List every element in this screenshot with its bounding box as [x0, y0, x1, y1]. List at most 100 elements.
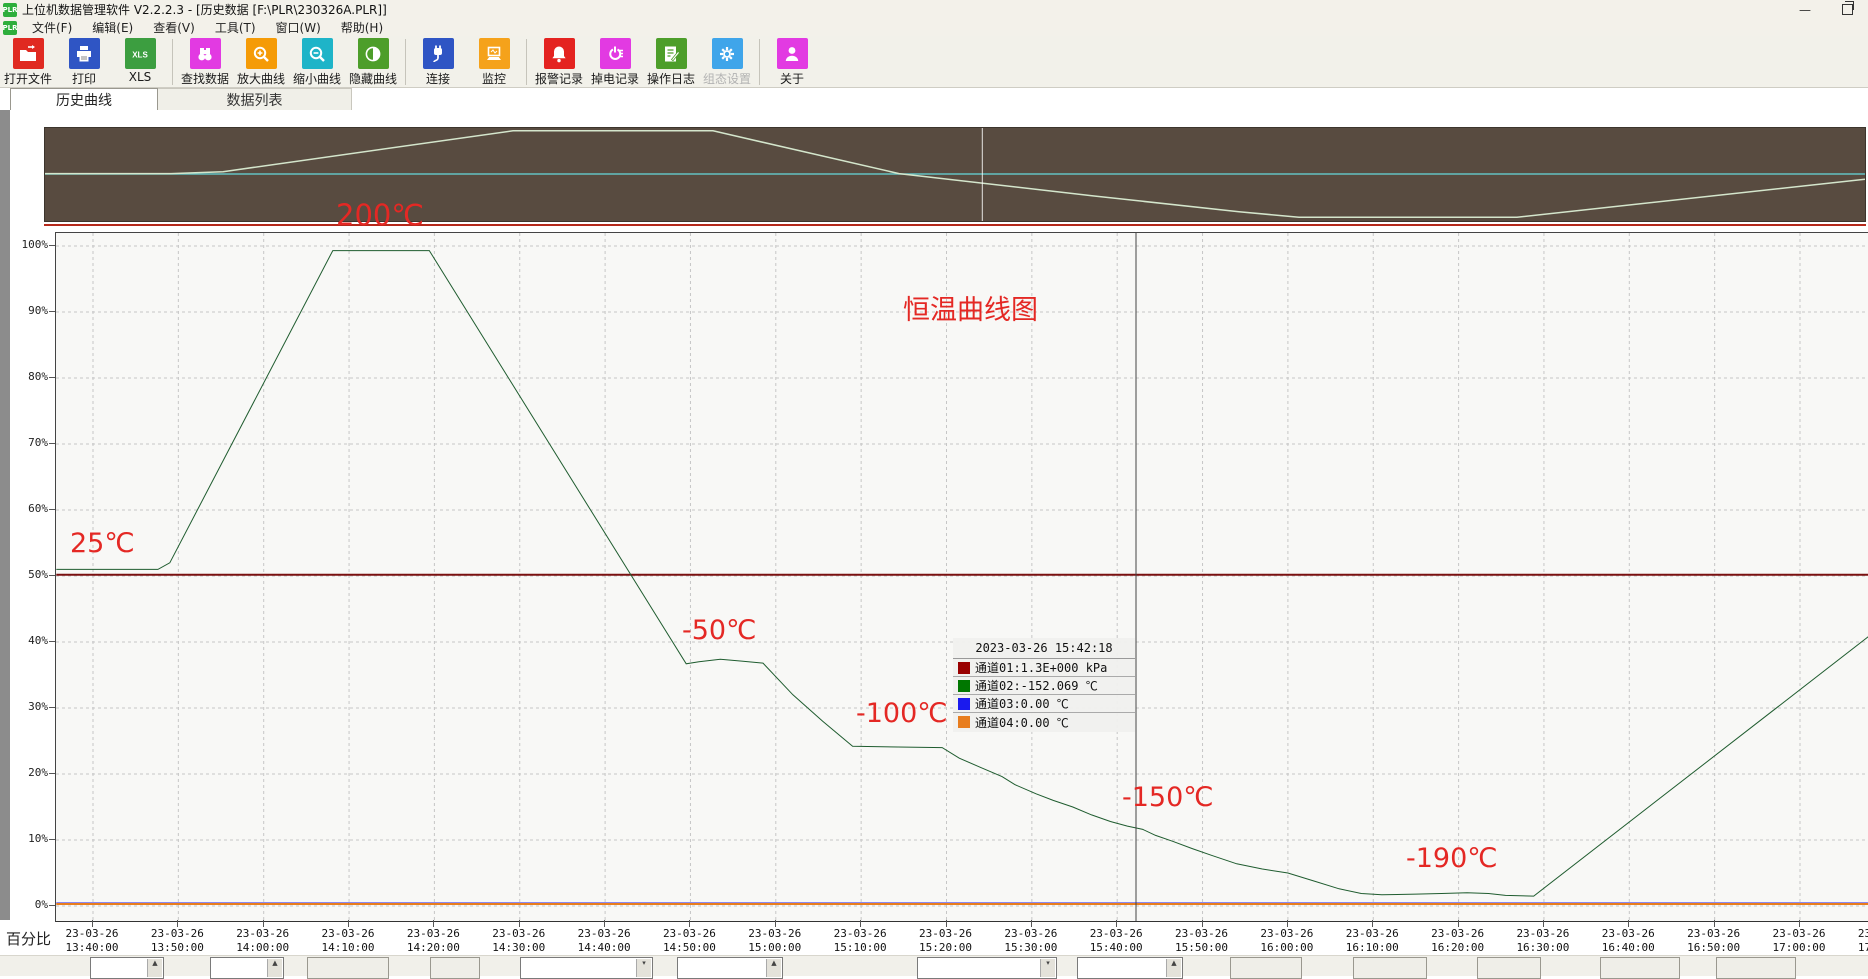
- x-tick-mark: [92, 920, 93, 927]
- stepper-up-icon[interactable]: ▲: [267, 959, 282, 977]
- channel-value-text: 通道02:-152.069 ℃: [975, 677, 1098, 694]
- footer-button-11[interactable]: [1600, 957, 1680, 979]
- chart-canvas: [56, 233, 1868, 921]
- contrast-icon: [358, 38, 389, 69]
- footer-button-8[interactable]: [1230, 957, 1302, 979]
- dropdown-select-4[interactable]: ▾: [520, 957, 653, 979]
- app-window: { "window": { "badge": "PLR", "title": "…: [0, 0, 1868, 975]
- menu-item-0[interactable]: 文件(F): [22, 19, 82, 36]
- y-tick-mark: [49, 245, 55, 246]
- numeric-stepper-7[interactable]: ▲: [1077, 957, 1183, 979]
- tab-bar: 历史曲线 数据列表: [0, 88, 1868, 110]
- channel-value-text: 通道04:0.00 ℃: [975, 714, 1069, 731]
- y-tick-label: 30%: [6, 700, 48, 713]
- x-tick-mark: [519, 920, 520, 927]
- tab-data-list[interactable]: 数据列表: [158, 88, 352, 110]
- x-tick-mark: [1031, 920, 1032, 927]
- toolbar-button-xls[interactable]: XLSXLS: [113, 38, 167, 84]
- plug-icon: [423, 38, 454, 69]
- x-tick-mark: [689, 920, 690, 927]
- channel-color-swatch: [958, 716, 970, 728]
- toolbar-button-power[interactable]: 掉电记录: [588, 38, 642, 87]
- toolbar-button-gear[interactable]: 组态设置: [700, 38, 754, 87]
- y-tick-label: 90%: [6, 304, 48, 317]
- chevron-down-icon[interactable]: ▾: [1040, 959, 1055, 977]
- series-通道02: [56, 251, 1868, 897]
- menu-item-1[interactable]: 编辑(E): [82, 19, 143, 36]
- printer-icon: [69, 38, 100, 69]
- toolbar-button-label: 查找数据: [181, 70, 229, 87]
- footer-button-12[interactable]: [1716, 957, 1796, 979]
- stepper-up-icon[interactable]: ▲: [147, 959, 162, 977]
- tooltip-timestamp: 2023-03-26 15:42:18: [953, 638, 1135, 659]
- x-tick-mark: [946, 920, 947, 927]
- toolbar-button-bell[interactable]: 报警记录: [532, 38, 586, 87]
- numeric-stepper-0[interactable]: ▲: [90, 957, 164, 979]
- toolbar-button-label: 打开文件: [4, 70, 52, 87]
- y-tick-label: 20%: [6, 766, 48, 779]
- x-tick-label: 23-03-2617:10:00: [1842, 927, 1868, 955]
- toolbar-button-doc-edit[interactable]: 操作日志: [644, 38, 698, 87]
- toolbar-button-open-file[interactable]: 打开文件: [1, 38, 55, 87]
- numeric-stepper-1[interactable]: ▲: [210, 957, 284, 979]
- toolbar-button-binoculars[interactable]: 查找数据: [178, 38, 232, 87]
- numeric-stepper-5[interactable]: ▲: [677, 957, 783, 979]
- channel-color-swatch: [958, 698, 970, 710]
- footer-button-10[interactable]: [1477, 957, 1541, 979]
- y-tick-label: 60%: [6, 502, 48, 515]
- minimize-button[interactable]: —: [1784, 0, 1826, 19]
- toolbar-button-zoom-out[interactable]: 缩小曲线: [290, 38, 344, 87]
- chevron-down-icon[interactable]: ▾: [636, 959, 651, 977]
- toolbar-button-label: 组态设置: [703, 70, 751, 87]
- annotation-3: -100℃: [856, 698, 948, 729]
- x-tick-mark: [775, 920, 776, 927]
- y-tick-label: 100%: [6, 238, 48, 251]
- menu-item-2[interactable]: 查看(V): [143, 19, 205, 36]
- footer-button-3[interactable]: [430, 957, 480, 979]
- dropdown-select-6[interactable]: ▾: [917, 957, 1057, 979]
- y-tick-mark: [49, 905, 55, 906]
- annotation-2: -50℃: [682, 615, 756, 646]
- toolbar-button-printer[interactable]: 打印: [57, 38, 111, 87]
- bell-icon: [544, 38, 575, 69]
- toolbar-button-label: XLS: [129, 70, 152, 84]
- toolbar-button-zoom-in[interactable]: 放大曲线: [234, 38, 288, 87]
- toolbar-button-person[interactable]: 关于: [765, 38, 819, 87]
- footer-button-9[interactable]: [1353, 957, 1427, 979]
- x-tick-label: 23-03-2615:00:00: [733, 927, 817, 955]
- restore-button[interactable]: [1826, 0, 1868, 19]
- toolbar-separator: [172, 39, 173, 85]
- stepper-up-icon[interactable]: ▲: [1166, 959, 1181, 977]
- y-tick-mark: [49, 311, 55, 312]
- x-tick-mark: [263, 920, 264, 927]
- overview-strip[interactable]: [44, 127, 1866, 222]
- x-tick-label: 23-03-2615:40:00: [1074, 927, 1158, 955]
- y-tick-mark: [49, 839, 55, 840]
- toolbar-button-label: 连接: [426, 70, 450, 87]
- stepper-up-icon[interactable]: ▲: [766, 959, 781, 977]
- main-chart-plot[interactable]: [55, 232, 1868, 922]
- x-tick-mark: [860, 920, 861, 927]
- y-tick-mark: [49, 575, 55, 576]
- menu-item-4[interactable]: 窗口(W): [266, 19, 331, 36]
- x-tick-mark: [177, 920, 178, 927]
- toolbar-button-contrast[interactable]: 隐藏曲线: [346, 38, 400, 87]
- tab-history-curve[interactable]: 历史曲线: [10, 88, 158, 110]
- x-tick-label: 23-03-2617:00:00: [1757, 927, 1841, 955]
- toolbar: 打开文件打印XLSXLS 查找数据放大曲线缩小曲线隐藏曲线连接监控报警记录掉电记录…: [0, 36, 1868, 88]
- annotation-6: 恒温曲线图: [903, 288, 1038, 327]
- toolbar-button-label: 关于: [780, 70, 804, 87]
- restore-icon: [1842, 4, 1853, 15]
- overview-chart: [45, 128, 1865, 221]
- x-tick-label: 23-03-2614:20:00: [391, 927, 475, 955]
- menu-item-3[interactable]: 工具(T): [205, 19, 266, 36]
- x-tick-mark: [348, 920, 349, 927]
- y-tick-label: 0%: [6, 898, 48, 911]
- tooltip-row-0: 通道01:1.3E+000 kPa: [953, 659, 1135, 677]
- toolbar-button-laptop[interactable]: 监控: [467, 38, 521, 87]
- footer-button-2[interactable]: [307, 957, 389, 979]
- toolbar-button-plug[interactable]: 连接: [411, 38, 465, 87]
- x-tick-label: 23-03-2614:00:00: [221, 927, 305, 955]
- menu-item-5[interactable]: 帮助(H): [331, 19, 393, 36]
- laptop-icon: [479, 38, 510, 69]
